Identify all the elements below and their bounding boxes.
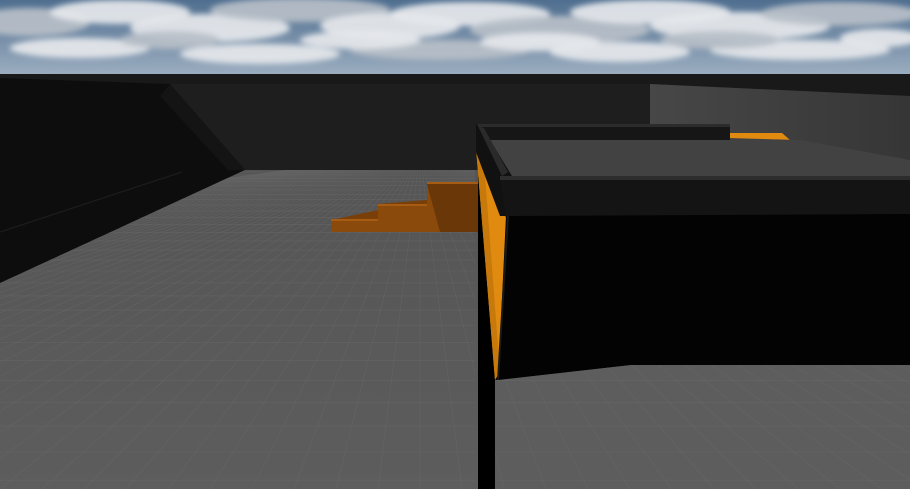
cloud — [120, 31, 220, 49]
block-front-rim-top — [500, 176, 910, 180]
cloud — [660, 31, 780, 49]
block-front-face — [498, 214, 910, 380]
cloud — [180, 44, 340, 64]
block-back-rim-top — [478, 124, 730, 127]
game-viewport[interactable] — [0, 0, 910, 489]
skybox — [0, 0, 910, 78]
block-front-rim — [500, 176, 910, 218]
cloud — [300, 31, 420, 49]
level-scene[interactable] — [0, 0, 910, 489]
cloud — [480, 33, 600, 51]
